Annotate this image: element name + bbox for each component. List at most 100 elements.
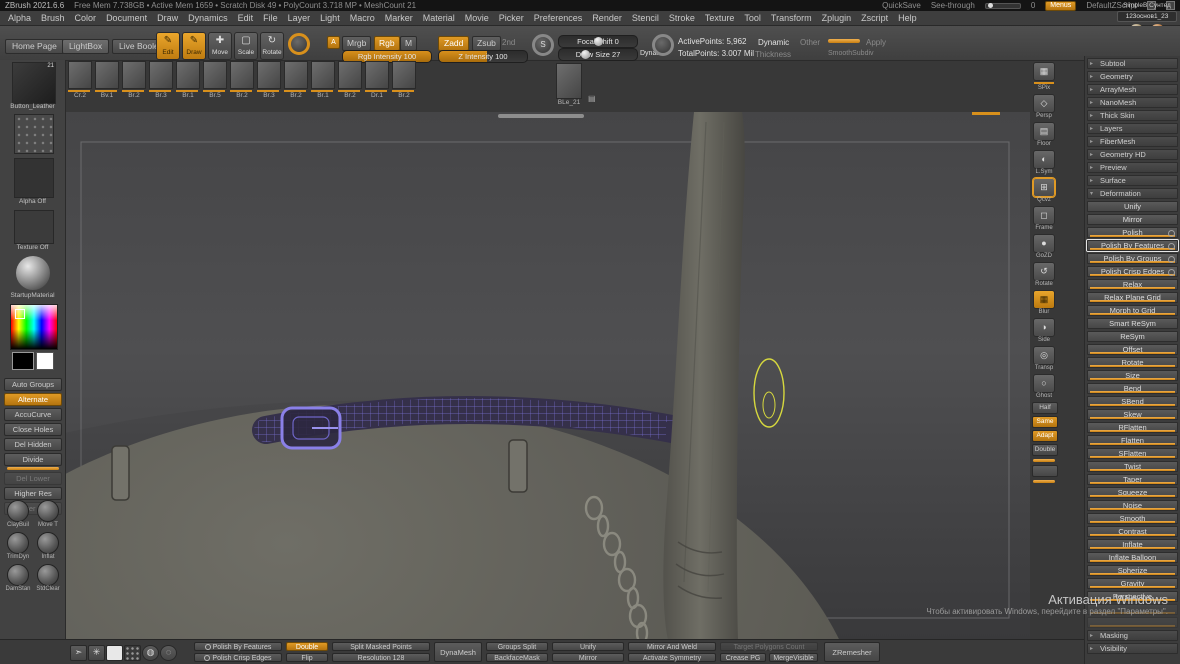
- alpha-badge[interactable]: A: [327, 36, 340, 49]
- bottom-double-button[interactable]: Double: [286, 642, 328, 651]
- menu-picker[interactable]: Picker: [494, 13, 529, 23]
- quick-brush-stdclear[interactable]: StdClear: [33, 564, 63, 593]
- menu-preferences[interactable]: Preferences: [529, 13, 588, 23]
- tray-blur-button[interactable]: ▦Blur: [1033, 290, 1055, 316]
- menu-file[interactable]: File: [258, 13, 283, 23]
- tray-spix-slider[interactable]: [1034, 82, 1054, 84]
- tool-section-masking[interactable]: ▸Masking: [1087, 630, 1178, 641]
- see-through-slider[interactable]: [985, 3, 1021, 9]
- left-button-close-holes[interactable]: Close Holes: [4, 423, 62, 436]
- menu-layer[interactable]: Layer: [283, 13, 316, 23]
- row-slider[interactable]: [1090, 599, 1175, 601]
- deform-item-rflatten[interactable]: RFlatten: [1087, 422, 1178, 433]
- deform-item-smooth[interactable]: Smooth: [1087, 513, 1178, 524]
- bottom-merge-visible[interactable]: MergeVisible: [769, 653, 818, 662]
- tray-persp-button[interactable]: ◇Persp: [1033, 94, 1055, 120]
- brush-thumb[interactable]: Br.1: [176, 61, 200, 111]
- deform-item-spherize[interactable]: Spherize: [1087, 565, 1178, 576]
- menu-color[interactable]: Color: [70, 13, 102, 23]
- left-button-accucurve[interactable]: AccuCurve: [4, 408, 62, 421]
- deform-item-mirror[interactable]: Mirror: [1087, 214, 1178, 225]
- menu-edit[interactable]: Edit: [233, 13, 259, 23]
- tray-qcvz-button[interactable]: ⊞Qcvz: [1033, 178, 1055, 204]
- left-button-auto-groups[interactable]: Auto Groups: [4, 378, 62, 391]
- brush-preview-icon[interactable]: ◍: [142, 645, 159, 661]
- stroke-icon[interactable]: S: [532, 34, 554, 56]
- left-button-divide[interactable]: Divide: [4, 453, 62, 466]
- menu-document[interactable]: Document: [101, 13, 152, 23]
- zadd-button[interactable]: Zadd: [438, 36, 469, 51]
- brush-thumb[interactable]: Br.3: [257, 61, 281, 111]
- bottom-crease-pg[interactable]: Crease PG: [720, 653, 766, 662]
- tray-transp-button[interactable]: ◎Transp: [1033, 346, 1055, 372]
- tool-section-subtool[interactable]: ▸Subtool: [1087, 58, 1178, 69]
- bottom-mirror-and-weld[interactable]: Mirror And Weld: [628, 642, 716, 651]
- deform-item-taper[interactable]: Taper: [1087, 474, 1178, 485]
- pan-hand-icon[interactable]: ✳: [88, 645, 105, 661]
- brush-thumb[interactable]: Br.2: [284, 61, 308, 111]
- row-toggle[interactable]: [1168, 243, 1175, 250]
- row-slider[interactable]: [1090, 287, 1175, 289]
- tray-slider-bar-2[interactable]: [1033, 480, 1055, 483]
- row-slider[interactable]: [1090, 443, 1175, 445]
- bottom-groups-split[interactable]: Groups Split: [486, 642, 548, 651]
- tray-gozd-button[interactable]: ●GoZD: [1033, 234, 1055, 260]
- row-slider[interactable]: [1090, 612, 1175, 614]
- apply-button[interactable]: Apply: [866, 38, 886, 47]
- brush-thumb[interactable]: Cr.2: [68, 61, 92, 111]
- row-slider[interactable]: [1090, 508, 1175, 510]
- row-slider[interactable]: [1090, 560, 1175, 562]
- bottom-activate-symmetry[interactable]: Activate Symmetry: [628, 653, 716, 662]
- row-slider[interactable]: [1090, 274, 1175, 276]
- menu-brush[interactable]: Brush: [36, 13, 70, 23]
- deform-item-gravity[interactable]: Gravity: [1087, 578, 1178, 589]
- deform-item-perspective[interactable]: Perspective: [1087, 591, 1178, 602]
- deform-item-inflate-balloon[interactable]: Inflate Balloon: [1087, 552, 1178, 563]
- alpha-thumb[interactable]: [14, 158, 54, 198]
- brush-thumb[interactable]: Br.2: [122, 61, 146, 111]
- menu-light[interactable]: Light: [315, 13, 345, 23]
- deform-item-resym[interactable]: ReSym: [1087, 331, 1178, 342]
- deform-item-noise[interactable]: Noise: [1087, 500, 1178, 511]
- menu-help[interactable]: Help: [893, 13, 922, 23]
- row-slider[interactable]: [1090, 625, 1175, 627]
- see-through-knob[interactable]: [988, 3, 993, 8]
- pointer-tool-icon[interactable]: ➣: [70, 645, 87, 661]
- mrgb-button[interactable]: Mrgb: [342, 36, 371, 51]
- alpha-preview-icon[interactable]: ◌: [160, 645, 177, 661]
- mode-move-button[interactable]: ✚Move: [208, 32, 232, 60]
- row-slider[interactable]: [1090, 313, 1175, 315]
- left-button-alternate[interactable]: Alternate: [4, 393, 62, 406]
- tray-ghost-button[interactable]: ○Ghost: [1033, 374, 1055, 400]
- rgb-button[interactable]: Rgb: [374, 36, 400, 51]
- focal-shift-slider[interactable]: Focal Shift 0: [558, 35, 638, 48]
- quicksave-button[interactable]: QuickSave: [882, 1, 921, 10]
- row-slider[interactable]: [1090, 482, 1175, 484]
- bottom-polish-crisp-edges[interactable]: Polish Crisp Edges: [194, 653, 282, 662]
- deform-item-offset[interactable]: Offset: [1087, 344, 1178, 355]
- deform-item-skew[interactable]: Skew: [1087, 409, 1178, 420]
- brush-thumb[interactable]: Br.2: [230, 61, 254, 111]
- texture-thumb[interactable]: [14, 210, 54, 244]
- stroke-thumb[interactable]: [14, 114, 54, 154]
- row-slider[interactable]: [1090, 248, 1175, 250]
- mode-edit-button[interactable]: ✎Edit: [156, 32, 180, 60]
- m-button[interactable]: M: [400, 36, 417, 51]
- deform-item-flatten[interactable]: Flatten: [1087, 435, 1178, 446]
- deform-item-polish[interactable]: Polish: [1087, 227, 1178, 238]
- brush-thumb[interactable]: Br.2: [338, 61, 362, 111]
- brush-thumb[interactable]: Br.2: [392, 61, 416, 111]
- tray-spix-button[interactable]: ▦SPix: [1033, 62, 1055, 92]
- tray-double-button[interactable]: Double: [1032, 444, 1058, 456]
- menu-render[interactable]: Render: [587, 13, 627, 23]
- bottom-target-polygons-count[interactable]: Target Polygons Count: [720, 642, 818, 651]
- tool-section-thick-skin[interactable]: ▸Thick Skin: [1087, 110, 1178, 121]
- deform-item-row-43[interactable]: [1087, 617, 1178, 628]
- deform-item-unify[interactable]: Unify: [1087, 201, 1178, 212]
- deform-item-row-42[interactable]: [1087, 604, 1178, 615]
- row-slider[interactable]: [1090, 391, 1175, 393]
- thickness-slider[interactable]: [828, 39, 860, 43]
- menus-button[interactable]: Menus: [1045, 1, 1076, 11]
- mode-draw-button[interactable]: ✎Draw: [182, 32, 206, 60]
- viewport-canvas[interactable]: [66, 112, 1030, 640]
